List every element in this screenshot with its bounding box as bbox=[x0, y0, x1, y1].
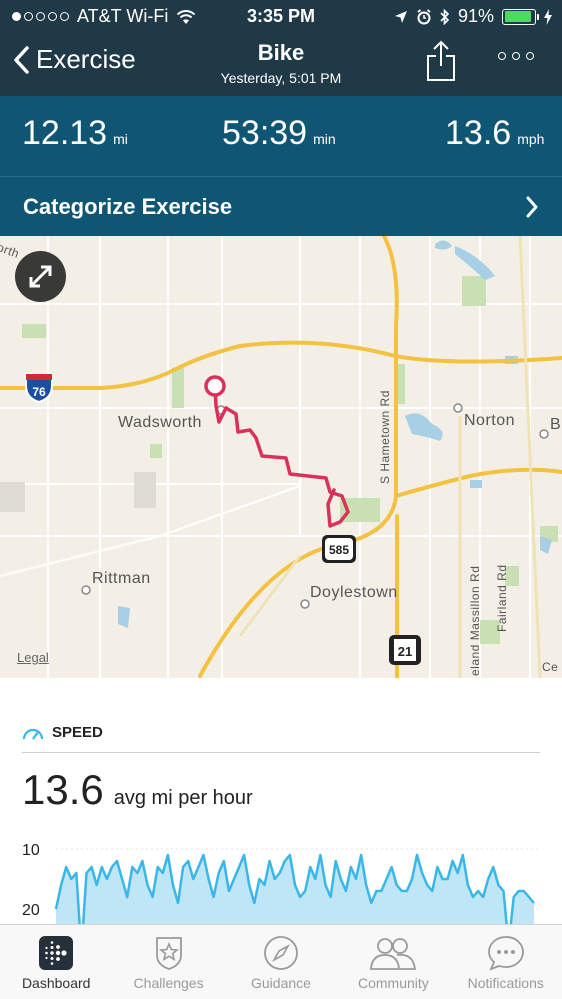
tab-challenges[interactable]: Challenges bbox=[112, 925, 224, 999]
map-label-ce: Ce bbox=[542, 660, 559, 674]
tab-label-guidance: Guidance bbox=[251, 975, 311, 991]
map-label-b: B bbox=[550, 416, 562, 433]
location-arrow-icon bbox=[394, 10, 407, 23]
tab-bar: Dashboard Challenges Guidance Community … bbox=[0, 924, 562, 999]
community-people-icon bbox=[370, 938, 417, 970]
route-21-shield-icon: 21 bbox=[389, 635, 421, 665]
interstate-76-shield-icon: 76 bbox=[25, 373, 53, 404]
map-label-norton: Norton bbox=[464, 412, 516, 429]
duration-unit: min bbox=[313, 131, 336, 147]
sr585-number: 585 bbox=[329, 543, 349, 557]
more-options-icon[interactable] bbox=[498, 52, 534, 60]
app-header: AT&T Wi-Fi 3:35 PM 91% Exercise Bike Yes… bbox=[0, 0, 562, 96]
map-label-wadsworth: Wadsworth bbox=[118, 414, 202, 431]
route-585-shield-icon: 585 bbox=[322, 535, 356, 563]
duration-stat: 53:39 min bbox=[222, 114, 336, 153]
speedometer-icon bbox=[22, 728, 44, 740]
share-icon[interactable] bbox=[425, 40, 457, 84]
bluetooth-icon bbox=[440, 8, 450, 25]
map-label-fairland-rd: Fairland Rd bbox=[495, 564, 509, 632]
speed-value: 13.6 bbox=[445, 114, 512, 152]
average-speed: 13.6 avg mi per hour bbox=[22, 766, 253, 814]
sr21-number: 21 bbox=[398, 644, 412, 659]
status-right: 91% bbox=[394, 6, 552, 27]
notifications-chat-icon bbox=[487, 936, 524, 971]
dashboard-icon bbox=[39, 936, 74, 970]
tab-label-community: Community bbox=[357, 975, 429, 991]
expand-map-button[interactable] bbox=[15, 251, 66, 302]
map-label-massillon-rd: eland Massillon Rd bbox=[468, 565, 482, 676]
speed-stat: 13.6 mph bbox=[445, 114, 544, 153]
speed-heading-label: SPEED bbox=[52, 724, 103, 741]
status-bar: AT&T Wi-Fi 3:35 PM 91% bbox=[0, 0, 562, 34]
categorize-label: Categorize Exercise bbox=[23, 193, 233, 219]
expand-arrows-icon bbox=[29, 265, 52, 288]
tab-label-challenges: Challenges bbox=[133, 975, 204, 991]
average-speed-label: avg mi per hour bbox=[113, 787, 253, 809]
divider bbox=[22, 752, 540, 753]
speed-unit: mph bbox=[517, 131, 545, 147]
tab-community[interactable]: Community bbox=[337, 925, 449, 999]
categorize-exercise-button[interactable]: Categorize Exercise bbox=[0, 176, 562, 236]
tab-label-dashboard: Dashboard bbox=[21, 975, 91, 991]
chevron-right-icon bbox=[526, 196, 538, 218]
chart-y-tick-label: 20 bbox=[22, 902, 40, 919]
alarm-icon bbox=[417, 8, 431, 24]
distance-stat: 12.13 mi bbox=[22, 114, 128, 153]
speed-chart: 2010 bbox=[22, 842, 540, 928]
average-speed-value: 13.6 bbox=[22, 766, 104, 813]
tab-guidance[interactable]: Guidance bbox=[225, 925, 337, 999]
speed-heading: SPEED bbox=[22, 724, 103, 741]
duration-value: 53:39 bbox=[222, 114, 308, 152]
battery-percent: 91% bbox=[457, 6, 494, 26]
guidance-compass-icon bbox=[264, 936, 298, 970]
page-title: Bike bbox=[257, 40, 305, 65]
route-map[interactable]: 76 585 21 Wadsworth Norton Rittman Doyle… bbox=[0, 236, 562, 678]
tab-dashboard[interactable]: Dashboard bbox=[0, 925, 112, 999]
battery-icon bbox=[502, 8, 539, 25]
speed-section: SPEED 13.6 avg mi per hour 20 10 bbox=[0, 678, 562, 928]
map-label-doylestown: Doylestown bbox=[310, 584, 398, 601]
chart-y-tick-label: 10 bbox=[22, 842, 40, 859]
map-label-hametown-rd: S Hametown Rd bbox=[378, 390, 392, 484]
challenges-star-icon bbox=[155, 937, 182, 970]
i76-number: 76 bbox=[32, 385, 46, 399]
legal-link[interactable]: Legal bbox=[17, 650, 49, 665]
summary-stats: 12.13 mi 53:39 min 13.6 mph Categorize E… bbox=[0, 96, 562, 236]
tab-notifications[interactable]: Notifications bbox=[450, 925, 562, 999]
distance-unit: mi bbox=[113, 131, 128, 147]
page-subtitle: Yesterday, 5:01 PM bbox=[220, 70, 342, 86]
charging-bolt-icon bbox=[544, 8, 552, 25]
map-label-rittman: Rittman bbox=[92, 570, 151, 587]
distance-value: 12.13 bbox=[22, 114, 108, 152]
tab-label-notifications: Notifications bbox=[467, 975, 544, 991]
